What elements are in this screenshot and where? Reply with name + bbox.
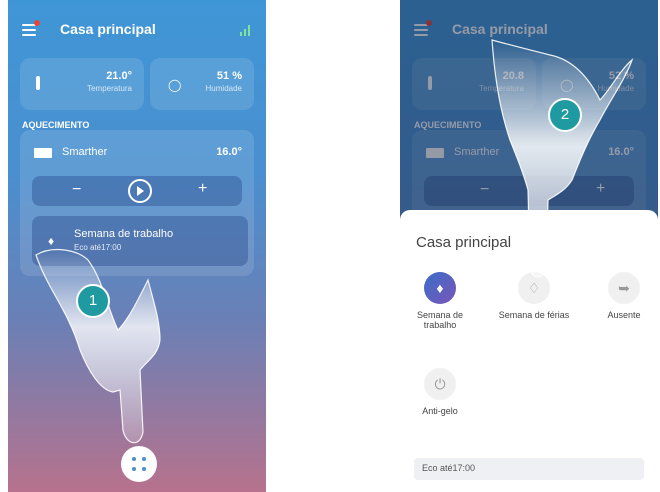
step-1-badge: 1 xyxy=(76,284,110,318)
program-detail: Eco até17:00 xyxy=(74,243,122,252)
device-name[interactable]: Smarther xyxy=(62,146,107,158)
phone-screen-right: Casa principal 20.8 Temperatura ◯ 52 % H… xyxy=(400,0,658,492)
mode-label: Semana de trabalho xyxy=(416,310,464,330)
flame-icon: ♦ xyxy=(48,234,55,248)
program-row[interactable]: ♦ Semana de trabalho Eco até17:00 xyxy=(32,216,248,266)
menu-icon[interactable] xyxy=(22,20,40,36)
temperature-value: 21.0° xyxy=(106,70,132,82)
mode-label: Semana de férias xyxy=(498,310,570,320)
mode-semana-trabalho[interactable]: ♦ Semana de trabalho xyxy=(400,272,480,330)
decrease-button[interactable]: − xyxy=(72,181,81,199)
notification-dot xyxy=(34,20,40,26)
phone-screen-left: Casa principal 21.0° Temperatura ◯ 51 % … xyxy=(8,0,266,492)
droplet-icon: ◯ xyxy=(168,78,182,92)
humidity-value: 51 % xyxy=(216,70,242,82)
mode-semana-ferias[interactable]: ♢ Semana de férias xyxy=(494,272,574,320)
mode-ausente[interactable]: ➥ Ausente xyxy=(584,272,658,320)
sheet-title: Casa principal xyxy=(416,234,512,251)
thermostat-icon xyxy=(34,148,52,158)
section-heading: AQUECIMENTO xyxy=(22,120,90,130)
status-bar: Eco até17:00 xyxy=(414,458,644,480)
increase-button[interactable]: + xyxy=(198,180,207,198)
mode-label: Anti-gelo xyxy=(422,406,458,416)
mode-anti-gelo[interactable]: ⏻ Anti-gelo xyxy=(400,368,480,416)
mode-label: Ausente xyxy=(607,310,641,320)
menu-fab-button[interactable] xyxy=(121,446,157,482)
thermometer-icon xyxy=(36,76,40,90)
mode-bottom-sheet: Casa principal ♦ Semana de trabalho ♢ Se… xyxy=(400,210,658,492)
program-name: Semana de trabalho xyxy=(74,228,174,240)
page-title: Casa principal xyxy=(60,21,156,37)
device-temperature: 16.0° xyxy=(216,146,242,158)
power-icon: ⏻ xyxy=(424,368,456,400)
temperature-controls: − + xyxy=(32,176,242,206)
step-2-badge: 2 xyxy=(548,98,582,132)
humidity-label: Humidade xyxy=(205,84,242,93)
humidity-card[interactable]: ◯ 51 % Humidade xyxy=(150,58,254,110)
top-bar: Casa principal xyxy=(8,0,266,60)
temperature-card[interactable]: 21.0° Temperatura xyxy=(20,58,144,110)
flame-outline-icon: ♢ xyxy=(518,272,550,304)
temperature-label: Temperatura xyxy=(87,84,132,93)
walking-person-icon: ➥ xyxy=(608,272,640,304)
heating-card: Smarther 16.0° − + ♦ Semana de trabalho … xyxy=(20,130,254,276)
flame-icon: ♦ xyxy=(424,272,456,304)
signal-icon[interactable] xyxy=(240,25,252,36)
play-icon[interactable] xyxy=(128,179,152,203)
status-text: Eco até17:00 xyxy=(422,463,476,473)
